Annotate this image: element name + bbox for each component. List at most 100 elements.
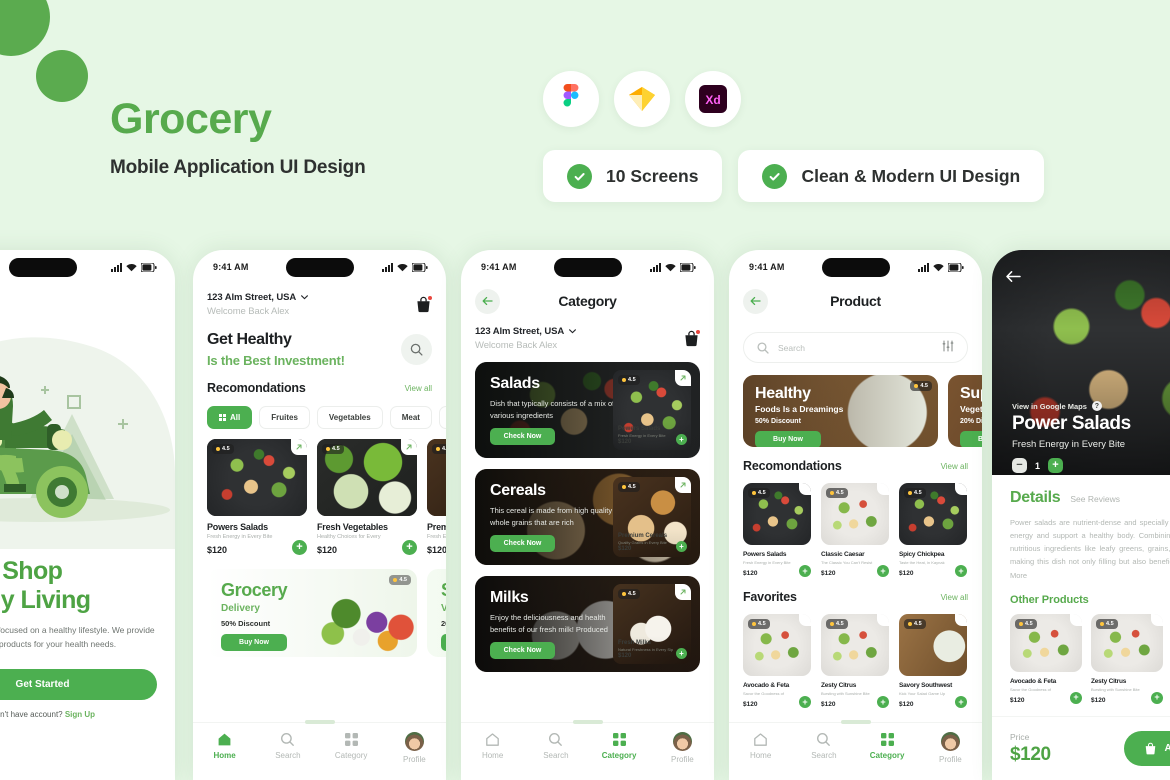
view-all-link[interactable]: View all: [941, 593, 968, 602]
add-product-button[interactable]: +: [955, 696, 967, 708]
expand-icon[interactable]: [675, 370, 691, 386]
cart-bag-icon[interactable]: [683, 329, 701, 347]
search-icon-button[interactable]: [401, 334, 432, 365]
product-name: Zesty Citrus: [821, 682, 857, 689]
add-product-button[interactable]: +: [877, 696, 889, 708]
home-icon: [754, 733, 767, 746]
expand-icon[interactable]: [955, 483, 967, 495]
tab-home[interactable]: Home: [200, 732, 250, 760]
expand-icon[interactable]: [799, 614, 811, 626]
search-input[interactable]: Search: [778, 343, 805, 353]
expand-icon[interactable]: [877, 483, 889, 495]
address-selector[interactable]: 123 Alm Street, USA: [475, 326, 577, 337]
expand-icon[interactable]: [291, 439, 307, 455]
expand-icon[interactable]: [877, 614, 889, 626]
chip-meat[interactable]: Meat: [389, 406, 432, 429]
tab-category[interactable]: Category: [594, 732, 644, 760]
view-all-link[interactable]: View all: [405, 384, 432, 393]
signal-icon: [650, 262, 661, 272]
get-started-button[interactable]: Get Started: [0, 668, 157, 700]
buy-now-button[interactable]: Buy Now: [221, 634, 287, 651]
product-card[interactable]: 4.5 Powers Salads Fresh Energy in Every …: [207, 439, 307, 555]
back-button[interactable]: [1006, 270, 1021, 288]
cart-bag-icon[interactable]: [415, 295, 433, 313]
add-to-cart-button[interactable]: Add to Cart: [1123, 731, 1170, 766]
expand-icon[interactable]: [401, 439, 417, 455]
sign-up-link[interactable]: Sign Up: [65, 710, 95, 719]
add-product-button[interactable]: +: [402, 540, 417, 555]
filter-sliders-icon[interactable]: [942, 339, 954, 357]
tab-category[interactable]: Category: [862, 732, 912, 760]
add-product-button[interactable]: +: [676, 648, 687, 659]
tab-home[interactable]: Home: [736, 732, 786, 760]
google-maps-link[interactable]: View in Google Maps ?: [1012, 401, 1102, 411]
add-product-button[interactable]: +: [799, 696, 811, 708]
product-card[interactable]: 4.5 Avocado & Feta Savor the Goodness of…: [1010, 613, 1082, 704]
expand-icon[interactable]: [799, 483, 811, 495]
add-product-button[interactable]: +: [676, 541, 687, 552]
chip-vegetables[interactable]: Vegetables: [316, 406, 383, 429]
chip-all[interactable]: All: [207, 406, 253, 429]
see-reviews-link[interactable]: See Reviews: [1070, 494, 1120, 504]
expand-icon[interactable]: [675, 584, 691, 600]
promo-banner[interactable]: Grocery Delivery 50% Discount Buy Now 4.…: [207, 569, 417, 657]
add-product-button[interactable]: +: [676, 434, 687, 445]
tab-search[interactable]: Search: [531, 732, 581, 760]
category-card[interactable]: Milks Enjoy the deliciousness and health…: [475, 576, 700, 672]
promo-banner[interactable]: Super Vegetables 20% Discount Buy Now: [427, 569, 446, 657]
product-card[interactable]: 4.5 Zesty Citrus Bursting with Sunshine …: [1091, 613, 1163, 704]
add-product-button[interactable]: +: [1151, 691, 1163, 704]
tab-profile[interactable]: Profile: [925, 732, 975, 764]
chip-all-label: All: [230, 413, 241, 422]
chip-fruites[interactable]: Fruites: [259, 406, 310, 429]
add-product-button[interactable]: +: [799, 565, 811, 577]
buy-now-button[interactable]: Buy Now: [960, 431, 982, 447]
product-card[interactable]: 4.5 Spicy Chickpea Taste the Heat, in Ka…: [899, 483, 967, 577]
product-card[interactable]: 4.5 Powers Salads Fresh Energy in Every …: [743, 483, 811, 577]
tab-home[interactable]: Home: [468, 732, 518, 760]
mini-product-card[interactable]: 4.5 Premium Cereals Quality Grains in Ev…: [613, 477, 691, 557]
product-header: Product: [729, 284, 982, 318]
decrease-quantity-button[interactable]: −: [1012, 458, 1027, 473]
onboarding-illustration: [0, 284, 175, 549]
product-card[interactable]: 4.5 Avocado & Feta Savor the Goodness of…: [743, 614, 811, 708]
address-selector[interactable]: 123 Alm Street, USA: [207, 292, 309, 303]
mini-product-card[interactable]: 4.5 Powers Salads Fresh Energy in Every …: [613, 370, 691, 450]
add-product-button[interactable]: +: [955, 565, 967, 577]
buy-now-button[interactable]: Buy Now: [441, 634, 446, 651]
tab-profile[interactable]: Profile: [389, 732, 439, 764]
buy-now-button[interactable]: Buy Now: [755, 431, 821, 447]
promo-banner[interactable]: Super Vegetables 20% Discount Buy Now: [948, 375, 982, 447]
tab-search[interactable]: Search: [799, 732, 849, 760]
product-card[interactable]: 4.5 Fresh Vegetables Healthy Choices for…: [317, 439, 417, 555]
quantity-stepper[interactable]: − 1 +: [1012, 458, 1064, 473]
check-now-button[interactable]: Check Now: [490, 428, 555, 446]
expand-icon[interactable]: [675, 477, 691, 493]
tab-category[interactable]: Category: [326, 732, 376, 760]
check-now-button[interactable]: Check Now: [490, 642, 555, 660]
add-product-button[interactable]: +: [292, 540, 307, 555]
product-card[interactable]: 4.5 Zesty Citrus Bursting with Sunshine …: [821, 614, 889, 708]
product-price: $120: [821, 570, 836, 577]
promo-banner[interactable]: Healthy Foods Is a Dreamings 50% Discoun…: [743, 375, 938, 447]
tab-profile[interactable]: Profile: [657, 732, 707, 764]
mini-product-card[interactable]: 4.5 Fresh Milks Natural Freshness in Eve…: [613, 584, 691, 664]
expand-icon[interactable]: [1070, 613, 1082, 626]
expand-icon[interactable]: [1151, 613, 1163, 626]
grid-icon: [344, 733, 358, 746]
search-field-wrapper[interactable]: Search: [743, 332, 968, 363]
add-product-button[interactable]: +: [877, 565, 889, 577]
chip-fish[interactable]: Fish: [438, 406, 446, 429]
tab-search[interactable]: Search: [263, 732, 313, 760]
add-product-button[interactable]: +: [1070, 691, 1082, 704]
category-card[interactable]: Cereals This cereal is made from high qu…: [475, 469, 700, 565]
check-now-button[interactable]: Check Now: [490, 535, 555, 553]
increase-quantity-button[interactable]: +: [1048, 458, 1064, 473]
mini-product-name: Premium Cereals: [618, 533, 668, 539]
product-card[interactable]: 4.5 Premium Cereals Fresh Energy in Ever…: [427, 439, 446, 555]
expand-icon[interactable]: [955, 614, 967, 626]
product-card[interactable]: 4.5 Savory Southwest Kick Your Salad Gam…: [899, 614, 967, 708]
category-card[interactable]: Salads Dish that typically consists of a…: [475, 362, 700, 458]
view-all-link[interactable]: View all: [941, 462, 968, 471]
product-card[interactable]: 4.5 Classic Caesar The Classic You Can't…: [821, 483, 889, 577]
